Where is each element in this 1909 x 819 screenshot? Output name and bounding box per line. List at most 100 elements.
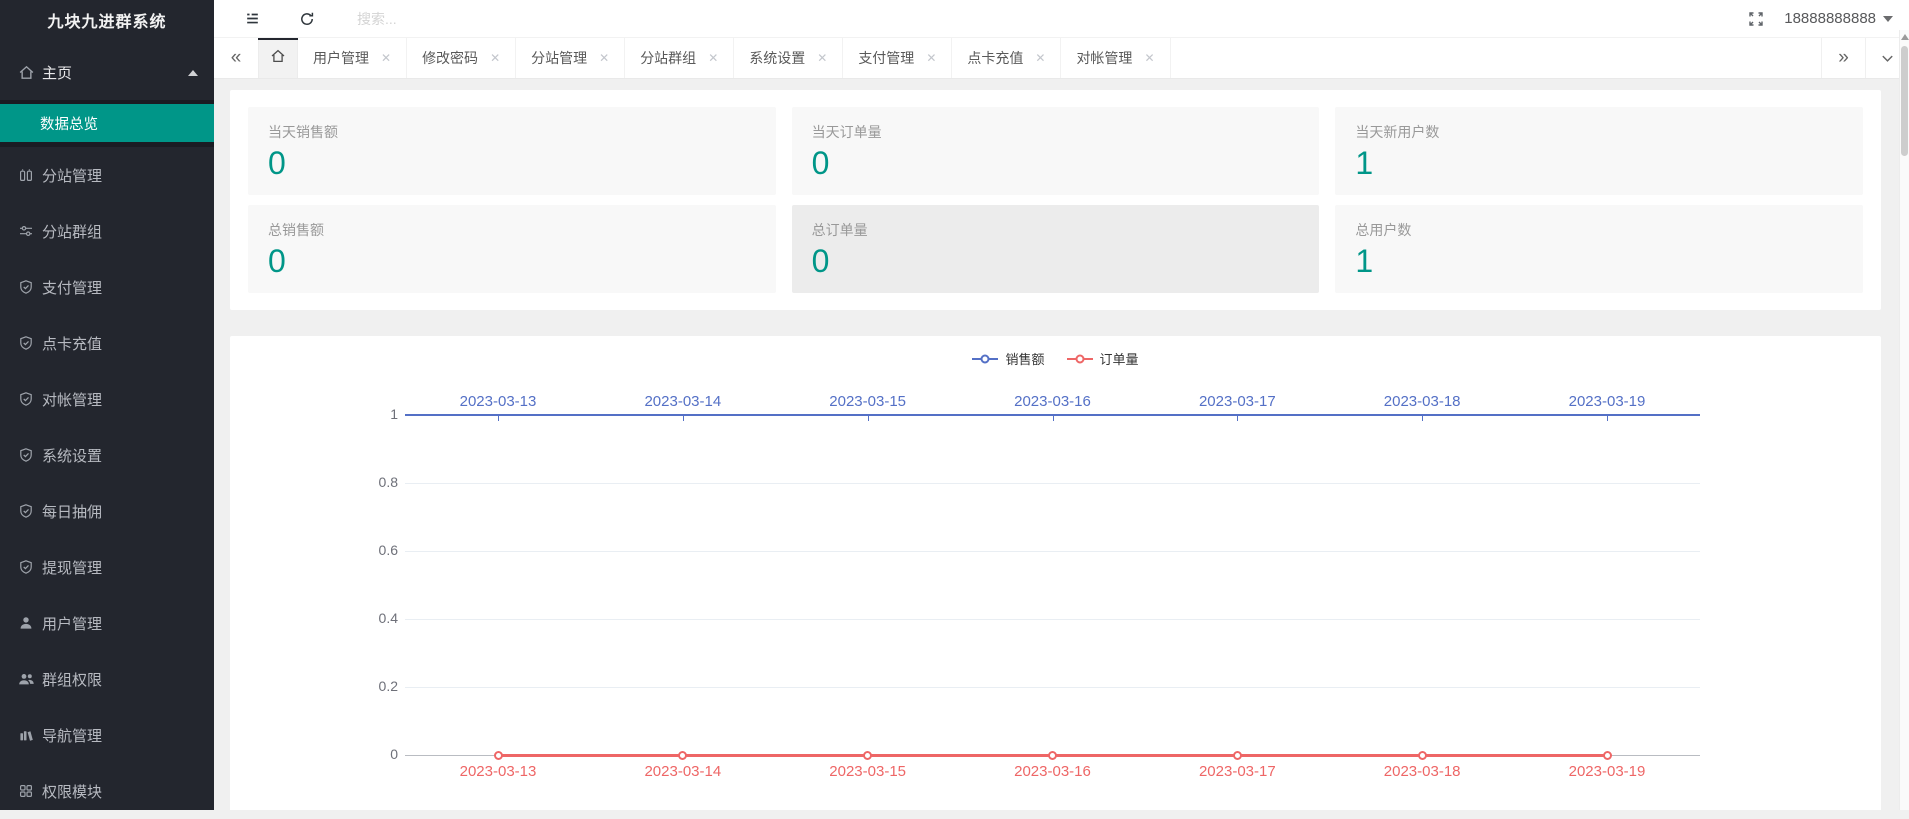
sidebar-item-1[interactable]: 分站管理 <box>0 147 214 203</box>
close-icon[interactable]: ✕ <box>926 51 936 65</box>
home-icon <box>270 48 286 69</box>
sidebar-item-label: 系统设置 <box>42 445 102 466</box>
stat-card-5: 总用户数1 <box>1335 205 1863 293</box>
sidebar-item-11[interactable]: 导航管理 <box>0 707 214 763</box>
x-axis-label-top: 2023-03-14 <box>623 393 743 410</box>
tab-对帐管理[interactable]: 对帐管理 ✕ <box>1061 38 1170 78</box>
x-axis-label-bottom: 2023-03-17 <box>1177 763 1297 780</box>
shield-check-icon <box>17 447 35 463</box>
x-axis-tick <box>1607 416 1608 421</box>
sidebar-item-7[interactable]: 每日抽佣 <box>0 483 214 539</box>
tab-用户管理[interactable]: 用户管理 ✕ <box>298 38 407 78</box>
stat-card-4: 总订单量 0 <box>792 205 1320 293</box>
data-point <box>1048 751 1057 760</box>
x-axis-tick <box>1237 416 1238 421</box>
x-axis-label-top: 2023-03-15 <box>808 393 928 410</box>
tabs-strip: 用户管理✕修改密码✕分站管理✕分站群组✕系统设置✕支付管理✕点卡充值✕对帐管理✕ <box>298 38 1171 78</box>
y-axis-label: 0.6 <box>330 542 398 558</box>
stat-label: 当天销售额 <box>268 122 756 142</box>
collapse-menu-icon[interactable] <box>244 10 261 27</box>
search-input[interactable] <box>357 11 577 27</box>
stat-value: 0 <box>268 146 756 181</box>
tab-系统设置[interactable]: 系统设置✕ <box>734 38 843 78</box>
close-icon[interactable]: ✕ <box>817 51 827 65</box>
sidebar-item-label: 每日抽佣 <box>42 501 102 522</box>
stat-card-0: 当天销售额 0 <box>248 107 776 195</box>
data-point <box>1418 751 1427 760</box>
sidebar-item-label: 用户管理 <box>42 613 102 634</box>
submenu-item-数据总览[interactable]: 数据总览 <box>0 104 214 142</box>
tabs-scroll-right[interactable]: » <box>1821 38 1865 78</box>
sidebar-item-label: 导航管理 <box>42 725 102 746</box>
sidebar-item-10[interactable]: 群组权限 <box>0 651 214 707</box>
user-menu[interactable]: 18888888888 <box>1784 10 1893 27</box>
x-axis-label-bottom: 2023-03-18 <box>1362 763 1482 780</box>
tab-分站群组[interactable]: 分站群组✕ <box>625 38 734 78</box>
chart-panel: 销售额订单量 10.80.60.40.202023-03-132023-03-1… <box>230 336 1881 810</box>
x-axis-label-top: 2023-03-19 <box>1547 393 1667 410</box>
data-point <box>1233 751 1242 760</box>
tab-label: 支付管理 <box>858 48 914 68</box>
x-axis-tick <box>1422 416 1423 421</box>
close-icon[interactable]: ✕ <box>1144 51 1154 65</box>
stat-value: 0 <box>812 244 1300 279</box>
topbar-right: 18888888888 <box>1748 10 1909 27</box>
sidebar-item-6[interactable]: 系统设置 <box>0 427 214 483</box>
tab-修改密码[interactable]: 修改密码✕ <box>407 38 516 78</box>
close-icon[interactable]: ✕ <box>490 51 500 65</box>
grid-icon <box>17 783 35 799</box>
sidebar-item-label: 主页 <box>42 62 72 83</box>
shield-check-icon <box>17 279 35 295</box>
sidebar-item-3[interactable]: 支付管理 <box>0 259 214 315</box>
sidebar-item-12[interactable]: 权限模块 <box>0 763 214 819</box>
stat-value: 0 <box>812 146 1300 181</box>
fullscreen-icon[interactable] <box>1748 11 1764 27</box>
shield-check-icon <box>17 391 35 407</box>
sidebar-item-label: 权限模块 <box>42 781 102 802</box>
close-icon[interactable]: ✕ <box>381 51 391 65</box>
y-axis-label: 0 <box>330 746 398 762</box>
refresh-icon[interactable] <box>299 11 315 27</box>
scrollbar-thumb[interactable] <box>1901 46 1908 156</box>
x-axis-label-top: 2023-03-13 <box>438 393 558 410</box>
vertical-scrollbar[interactable] <box>1899 30 1909 810</box>
sidebar-item-2[interactable]: 分站群组 <box>0 203 214 259</box>
sidebar: 九块九进群系统 主页数据总览分站管理分站群组支付管理点卡充值对帐管理系统设置每日… <box>0 0 214 810</box>
tab-支付管理[interactable]: 支付管理 ✕ <box>843 38 952 78</box>
tab-分站管理[interactable]: 分站管理 ✕ <box>516 38 625 78</box>
data-point <box>863 751 872 760</box>
stat-label: 总订单量 <box>812 220 1300 240</box>
x-axis-label-bottom: 2023-03-14 <box>623 763 743 780</box>
data-point <box>494 751 503 760</box>
sidebar-item-5[interactable]: 对帐管理 <box>0 371 214 427</box>
tab-home[interactable] <box>258 38 298 78</box>
tab-label: 分站管理 <box>531 48 587 68</box>
tab-label: 对帐管理 <box>1076 48 1132 68</box>
grid-line <box>405 483 1700 484</box>
submenu: 数据总览 <box>0 100 214 147</box>
grid-line <box>405 687 1700 688</box>
caret-up-icon <box>188 70 198 76</box>
sidebar-item-label: 分站管理 <box>42 165 102 186</box>
shield-check-icon <box>17 559 35 575</box>
tab-label: 用户管理 <box>313 48 369 68</box>
close-icon[interactable]: ✕ <box>599 51 609 65</box>
user-icon <box>17 615 35 631</box>
data-point <box>678 751 687 760</box>
main-content: 当天销售额0当天订单量0当天新用户数1总销售额0总订单量0总用户数1 销售额订单… <box>214 79 1909 810</box>
sidebar-item-8[interactable]: 提现管理 <box>0 539 214 595</box>
sidebar-item-9[interactable]: 用户管理 <box>0 595 214 651</box>
stat-value: 0 <box>268 244 756 279</box>
tab-点卡充值[interactable]: 点卡充值✕ <box>952 38 1061 78</box>
x-axis-label-bottom: 2023-03-13 <box>438 763 558 780</box>
sliders-icon <box>17 223 35 239</box>
grid-line <box>405 619 1700 620</box>
y-axis-label: 0.8 <box>330 474 398 490</box>
tabs-scroll-left[interactable]: « <box>214 38 258 78</box>
stat-label: 当天订单量 <box>812 122 1300 142</box>
close-icon[interactable]: ✕ <box>708 51 718 65</box>
sidebar-item-0[interactable]: 主页 <box>0 45 214 100</box>
close-icon[interactable]: ✕ <box>1035 51 1045 65</box>
sidebar-item-4[interactable]: 点卡充值 <box>0 315 214 371</box>
scroll-up-arrow[interactable] <box>1901 34 1909 40</box>
